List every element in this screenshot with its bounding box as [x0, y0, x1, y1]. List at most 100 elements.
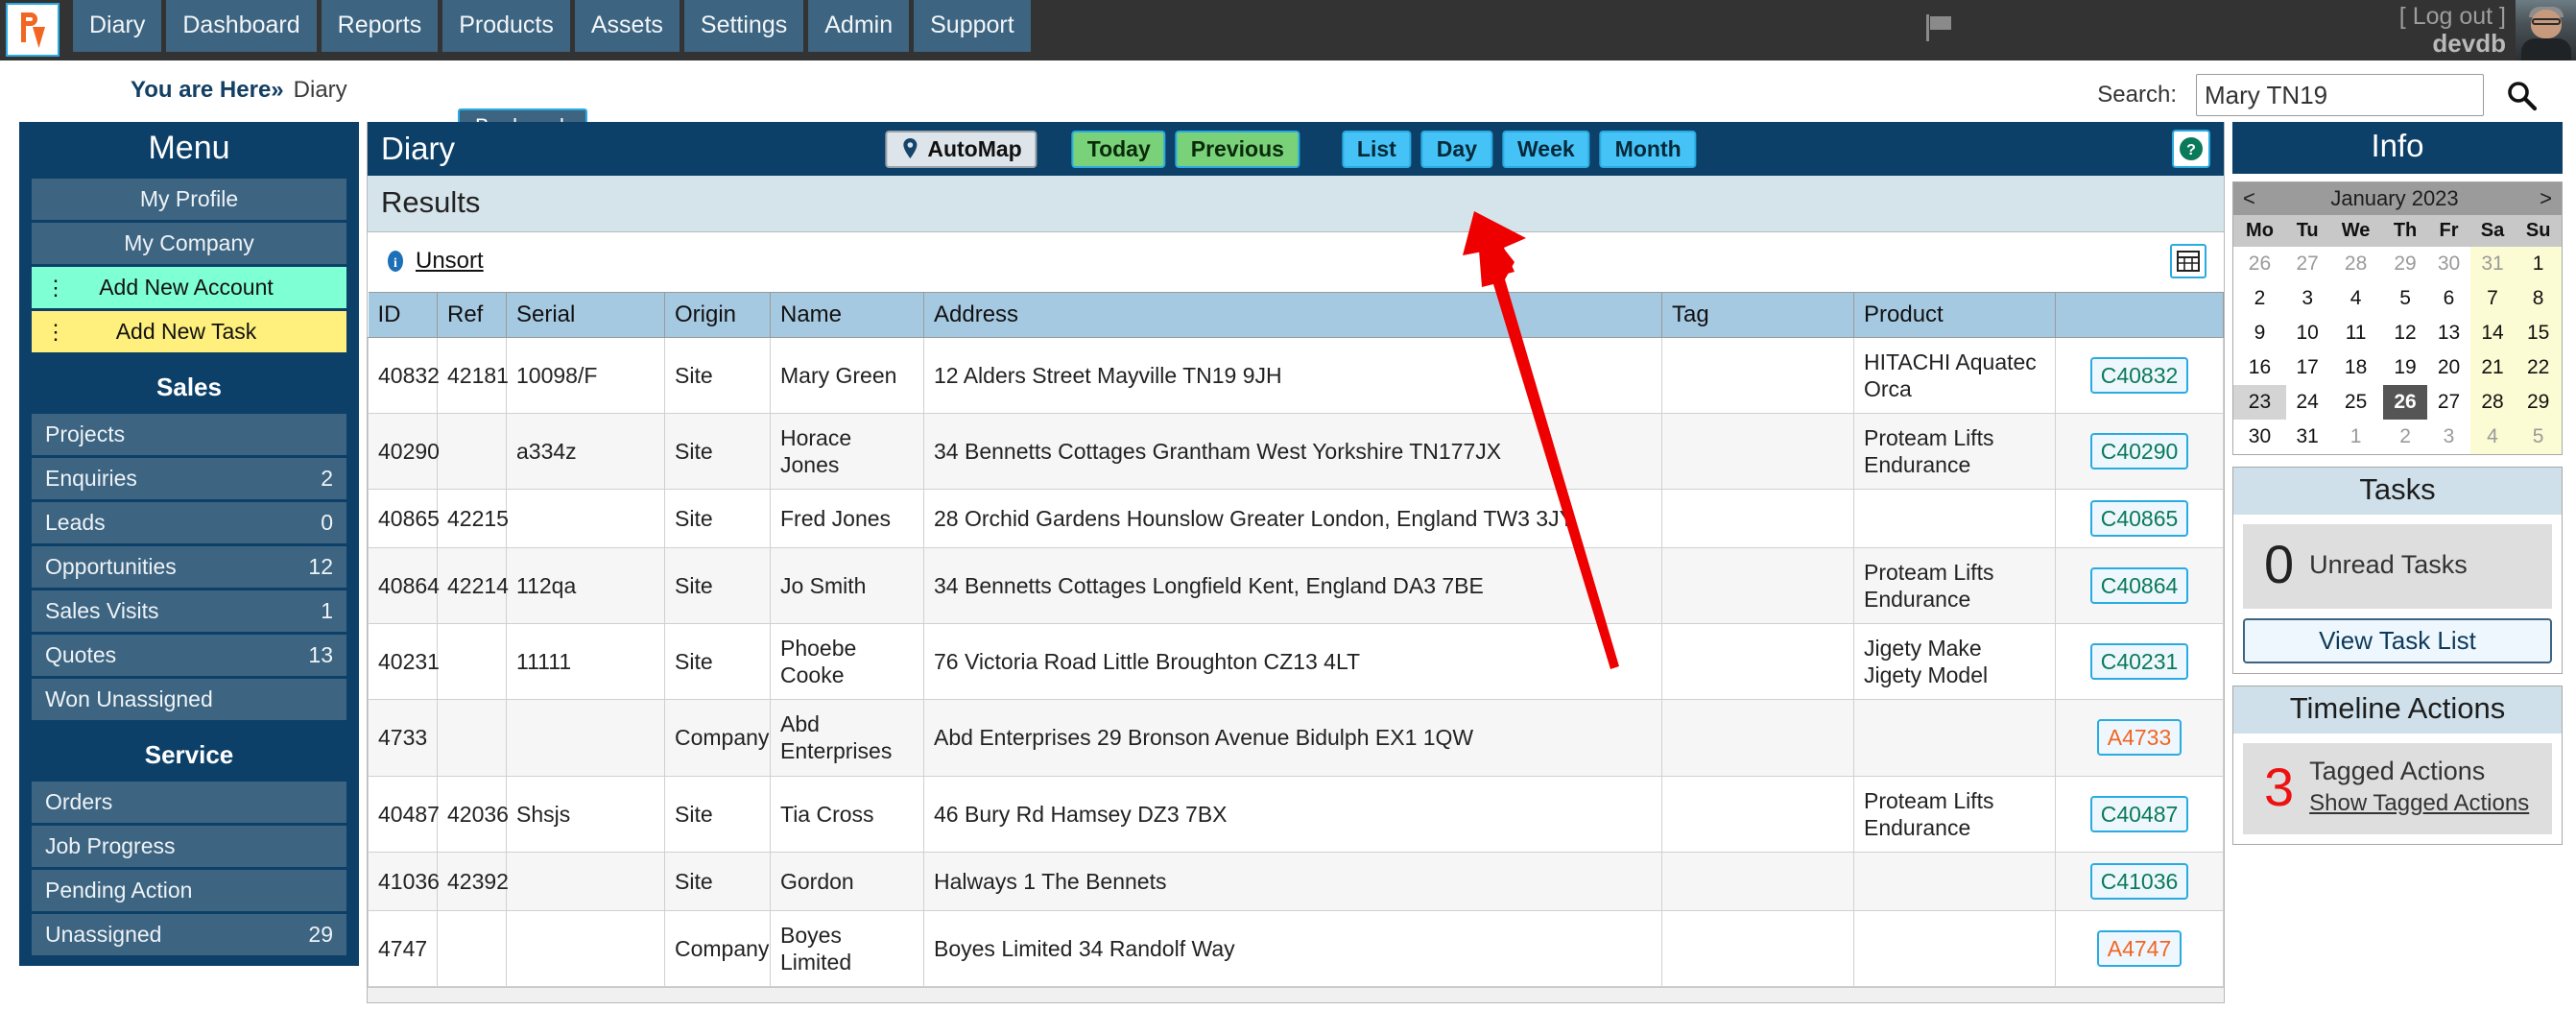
calendar-day[interactable]: 17: [2286, 350, 2328, 385]
cell-origin[interactable]: Company: [664, 909, 771, 987]
calendar-day[interactable]: 4: [2469, 420, 2516, 454]
search-input[interactable]: [2196, 74, 2484, 116]
table-row[interactable]: 40864 42214 112qa Site Jo Smith 34 Benne…: [368, 547, 2224, 625]
table-row[interactable]: 4747 Company Boyes Limited Boyes Limited…: [368, 909, 2224, 987]
sidebar-item-leads[interactable]: Leads 0: [32, 502, 346, 543]
record-link-button[interactable]: C40864: [2089, 567, 2189, 605]
nav-tab-assets[interactable]: Assets: [574, 0, 680, 52]
sidebar-item-add-new-task[interactable]: ⋮ Add New Task: [32, 311, 346, 352]
view-day-button[interactable]: Day: [1420, 130, 1493, 168]
calendar-day[interactable]: 1: [2328, 420, 2382, 454]
calendar-day[interactable]: 28: [2328, 247, 2382, 281]
table-row[interactable]: 40865 42215 Site Fred Jones 28 Orchid Ga…: [368, 489, 2224, 549]
view-week-button[interactable]: Week: [1502, 130, 1590, 168]
calendar-day[interactable]: 31: [2286, 420, 2328, 454]
column-header-address[interactable]: Address: [923, 292, 1662, 338]
sidebar-item-opportunities[interactable]: Opportunities 12: [32, 546, 346, 588]
view-month-button[interactable]: Month: [1599, 130, 1697, 168]
sidebar-item-job-progress[interactable]: Job Progress: [32, 826, 346, 867]
calendar-next-button[interactable]: >: [2540, 186, 2552, 211]
info-icon[interactable]: i: [385, 249, 406, 274]
table-row[interactable]: 40290 a334z Site Horace Jones 34 Bennett…: [368, 413, 2224, 491]
column-header-name[interactable]: Name: [770, 292, 924, 338]
sidebar-item-sales-visits[interactable]: Sales Visits 1: [32, 590, 346, 632]
calendar-day[interactable]: 31: [2469, 247, 2516, 281]
calendar-day[interactable]: 7: [2469, 281, 2516, 316]
cell-origin[interactable]: Site: [664, 489, 771, 549]
table-row[interactable]: 4733 Company Abd Enterprises Abd Enterpr…: [368, 699, 2224, 777]
calendar-day[interactable]: 26: [2233, 247, 2286, 281]
view-task-list-button[interactable]: View Task List: [2243, 618, 2552, 663]
calendar-day[interactable]: 9: [2233, 316, 2286, 350]
table-row[interactable]: 41036 42392 Site Gordon Halways 1 The Be…: [368, 851, 2224, 911]
calendar-day[interactable]: 19: [2383, 350, 2428, 385]
drag-handle-icon[interactable]: ⋮: [45, 321, 66, 342]
column-chooser-button[interactable]: [2170, 244, 2206, 278]
column-header-product[interactable]: Product: [1853, 292, 2056, 338]
view-list-button[interactable]: List: [1341, 130, 1412, 168]
avatar[interactable]: [2516, 0, 2576, 60]
sidebar-item-orders[interactable]: Orders: [32, 782, 346, 823]
table-row[interactable]: 40231 11111 Site Phoebe Cooke 76 Victori…: [368, 623, 2224, 701]
calendar-day[interactable]: 27: [2427, 385, 2469, 420]
calendar-day[interactable]: 30: [2233, 420, 2286, 454]
cell-origin[interactable]: Site: [664, 623, 771, 701]
cell-origin[interactable]: Site: [664, 851, 771, 911]
sidebar-item-unassigned[interactable]: Unassigned 29: [32, 914, 346, 955]
calendar-day[interactable]: 11: [2328, 316, 2382, 350]
cell-origin[interactable]: Site: [664, 413, 771, 491]
logout-link[interactable]: [ Log out ]: [2399, 3, 2506, 30]
calendar-day[interactable]: 18: [2328, 350, 2382, 385]
calendar-day[interactable]: 22: [2515, 350, 2562, 385]
nav-tab-reports[interactable]: Reports: [321, 0, 439, 52]
record-link-button[interactable]: A4747: [2096, 929, 2182, 967]
nav-tab-admin[interactable]: Admin: [808, 0, 910, 52]
flag-icon[interactable]: [1925, 12, 1958, 48]
calendar-day[interactable]: 3: [2427, 420, 2469, 454]
calendar-day[interactable]: 1: [2515, 247, 2562, 281]
calendar-day[interactable]: 26: [2382, 385, 2428, 420]
calendar-day[interactable]: 28: [2469, 385, 2516, 420]
show-tagged-actions-link[interactable]: Show Tagged Actions: [2309, 790, 2529, 817]
column-header-serial[interactable]: Serial: [506, 292, 665, 338]
table-row[interactable]: 40832 42181 10098/F Site Mary Green 12 A…: [368, 336, 2224, 415]
calendar-day[interactable]: 8: [2515, 281, 2562, 316]
help-button[interactable]: ?: [2172, 130, 2210, 168]
table-row[interactable]: 40487 42036 Shsjs Site Tia Cross 46 Bury…: [368, 775, 2224, 853]
nav-tab-settings[interactable]: Settings: [683, 0, 804, 52]
record-link-button[interactable]: C41036: [2089, 862, 2189, 900]
calendar-day[interactable]: 2: [2383, 420, 2428, 454]
record-link-button[interactable]: C40832: [2089, 357, 2189, 395]
calendar-day[interactable]: 4: [2328, 281, 2382, 316]
calendar-day[interactable]: 14: [2469, 316, 2516, 350]
cell-origin[interactable]: Site: [664, 547, 771, 625]
calendar-day[interactable]: 29: [2383, 247, 2428, 281]
cell-origin[interactable]: Company: [664, 699, 771, 777]
calendar-day[interactable]: 27: [2286, 247, 2328, 281]
column-header-tag[interactable]: Tag: [1661, 292, 1854, 338]
search-button[interactable]: [2505, 79, 2538, 111]
record-link-button[interactable]: C40290: [2089, 433, 2189, 470]
record-link-button[interactable]: C40865: [2089, 500, 2189, 538]
record-link-button[interactable]: A4733: [2096, 719, 2182, 757]
sidebar-item-add-new-account[interactable]: ⋮ Add New Account: [32, 267, 346, 308]
previous-button[interactable]: Previous: [1175, 130, 1300, 168]
calendar-day[interactable]: 10: [2286, 316, 2328, 350]
nav-tab-support[interactable]: Support: [914, 0, 1031, 52]
cell-origin[interactable]: Site: [664, 775, 771, 853]
nav-tab-dashboard[interactable]: Dashboard: [166, 0, 317, 52]
cell-origin[interactable]: Site: [664, 336, 771, 415]
today-button[interactable]: Today: [1071, 130, 1166, 168]
sidebar-item-enquiries[interactable]: Enquiries 2: [32, 458, 346, 499]
record-link-button[interactable]: C40231: [2089, 643, 2189, 681]
app-logo[interactable]: [6, 3, 60, 57]
nav-tab-diary[interactable]: Diary: [73, 0, 162, 52]
unsort-link[interactable]: Unsort: [416, 248, 484, 275]
calendar-day[interactable]: 5: [2515, 420, 2562, 454]
column-header-id[interactable]: ID: [368, 292, 438, 338]
calendar-day[interactable]: 16: [2233, 350, 2286, 385]
calendar-day[interactable]: 15: [2515, 316, 2562, 350]
column-header-origin[interactable]: Origin: [664, 292, 771, 338]
calendar-day[interactable]: 24: [2286, 385, 2328, 420]
calendar-day[interactable]: 21: [2469, 350, 2516, 385]
